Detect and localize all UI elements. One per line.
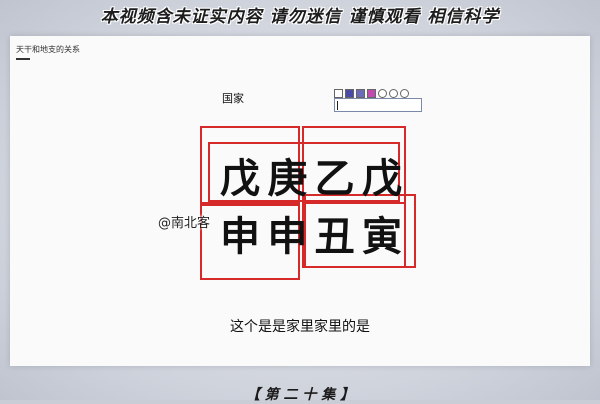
text-caret [337, 101, 338, 110]
branch-2: 申 [267, 214, 307, 260]
circle-icon[interactable] [400, 88, 409, 98]
heavenly-stems-row: 戊 庚 乙 戊 [220, 146, 402, 204]
creator-watermark: @南北客 [158, 216, 211, 231]
disclaimer-banner: 本视频含未证实内容 请勿迷信 谨慎观看 相信科学 [0, 0, 600, 28]
stem-2: 庚 [267, 156, 307, 202]
country-label: 国家 [222, 92, 244, 105]
video-frame: 本视频含未证实内容 请勿迷信 谨慎观看 相信科学 天干和地支的关系 国家 戊 庚 [0, 0, 600, 403]
document-title: 天干和地支的关系 [16, 45, 80, 54]
earthly-branches-row: 申 申 丑 寅 [220, 204, 402, 262]
text-annotation-input[interactable] [334, 98, 422, 112]
color-swatch-violet[interactable] [356, 88, 365, 98]
stem-1: 戊 [220, 156, 260, 202]
stem-3: 乙 [314, 156, 355, 202]
title-underline [16, 58, 30, 60]
annotation-toolbar [334, 88, 409, 98]
circle-icon[interactable] [389, 88, 398, 98]
color-swatch-blue[interactable] [345, 88, 354, 98]
color-swatch-magenta[interactable] [367, 88, 376, 98]
episode-banner: 【 第 二 十 集 】 [245, 387, 355, 403]
branch-3: 丑 [314, 214, 355, 260]
disclaimer-text: 本视频含未证实内容 请勿迷信 谨慎观看 相信科学 [100, 6, 500, 27]
stem-4: 戊 [361, 156, 402, 202]
branch-1: 申 [220, 214, 260, 260]
video-subtitle: 这个是是家里家里的是 [230, 319, 370, 335]
circle-icon[interactable] [378, 88, 387, 98]
color-swatch-white[interactable] [334, 88, 343, 98]
branch-4: 寅 [361, 214, 402, 260]
